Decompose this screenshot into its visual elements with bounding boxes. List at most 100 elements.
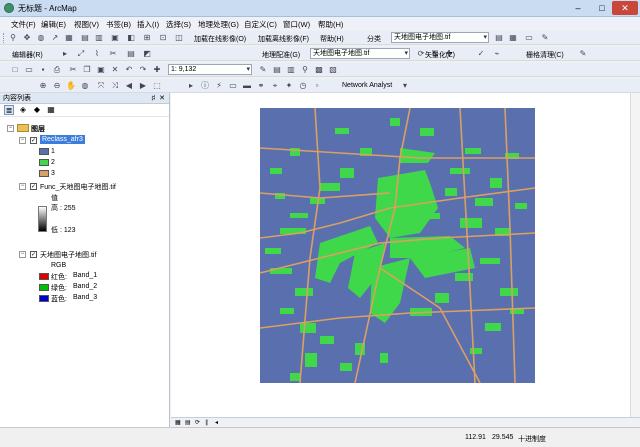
pan-hand-icon[interactable]: ✋ <box>66 81 76 91</box>
window-icon[interactable]: ▭ <box>524 33 534 43</box>
new-document-icon[interactable]: □ <box>10 65 20 75</box>
print-icon[interactable]: ⎙ <box>52 65 62 75</box>
toc-close-icon[interactable]: ✕ <box>159 93 165 104</box>
data-frame-name[interactable]: 图层 <box>31 124 45 134</box>
list-by-drawing-order-icon[interactable]: ≣ <box>4 105 14 115</box>
grid-icon[interactable]: ▦ <box>508 33 518 43</box>
brush-icon[interactable]: ✎ <box>540 33 550 43</box>
vector-tool-icon[interactable]: ✓ <box>476 49 486 59</box>
sketch-icon[interactable]: ◩ <box>142 49 152 59</box>
network-dataset-icon[interactable]: ▾ <box>400 81 410 91</box>
map-display[interactable] <box>171 93 640 417</box>
measure-ruler-icon[interactable]: ▬ <box>242 81 252 91</box>
catalog-icon[interactable]: ▥ <box>286 65 296 75</box>
arctoolbox-icon[interactable]: ▩ <box>314 65 324 75</box>
html-popup-icon[interactable]: ▭ <box>228 81 238 91</box>
find-route-icon[interactable]: ⌖ <box>270 81 280 91</box>
map-vertical-scrollbar[interactable] <box>630 93 640 417</box>
toolbar-grip[interactable] <box>3 33 5 43</box>
raster-cleanup-menu-button[interactable]: 栅格清理(C) <box>526 50 564 60</box>
layer1-name[interactable]: Reclass_afr3 <box>40 135 85 144</box>
zoom-out-icon[interactable]: ⊖ <box>52 81 62 91</box>
identify-info-icon[interactable]: ⓘ <box>200 81 210 91</box>
menu-file[interactable]: 文件(F) <box>11 19 36 30</box>
list-by-visibility-icon[interactable]: ◆ <box>32 105 42 115</box>
load-offline-imagery-button[interactable]: 加载离线影像(F) <box>258 34 309 44</box>
layer3-name[interactable]: 天地图电子地图.tif <box>40 250 96 260</box>
chart-icon[interactable]: ▣ <box>110 33 120 43</box>
python-icon[interactable]: ▧ <box>328 65 338 75</box>
pencil-icon[interactable]: ✎ <box>578 49 588 59</box>
collapse-layer1-icon[interactable]: − <box>19 137 26 144</box>
edit-pointer-icon[interactable]: ▸ <box>60 49 70 59</box>
map-canvas[interactable] <box>171 93 640 417</box>
zoom-in-icon[interactable]: ⊕ <box>38 81 48 91</box>
table-of-contents-icon[interactable]: ▤ <box>272 65 282 75</box>
menu-view[interactable]: 视图(V) <box>74 19 99 30</box>
classify-button[interactable]: 分类 <box>367 34 381 44</box>
menu-edit[interactable]: 编辑(E) <box>41 19 66 30</box>
collapse-layer3-icon[interactable]: − <box>19 251 26 258</box>
delete-icon[interactable]: ✕ <box>110 65 120 75</box>
data-view-icon[interactable]: ▦ <box>175 419 181 426</box>
network-analyst-menu-button[interactable]: Network Analyst <box>342 82 392 89</box>
globe-icon[interactable]: ◍ <box>36 33 46 43</box>
classify-layer-select[interactable]: 天地图电子地图.tif <box>391 32 489 43</box>
table-icon[interactable]: ▤ <box>80 33 90 43</box>
forward-icon[interactable]: ▶ <box>138 81 148 91</box>
add-data-icon[interactable]: ✚ <box>152 65 162 75</box>
editor-menu-button[interactable]: 编辑器(R) <box>12 50 43 60</box>
paste-icon[interactable]: ▣ <box>96 65 106 75</box>
map-scale-select[interactable]: 1: 9,132 <box>168 64 252 75</box>
layer1-visibility-checkbox[interactable]: ✓ <box>30 137 37 144</box>
full-extent-icon[interactable]: ◍ <box>80 81 90 91</box>
pause-drawing-icon[interactable]: ∥ <box>205 419 208 426</box>
grid-icon[interactable]: ▦ <box>64 33 74 43</box>
open-folder-icon[interactable]: ▭ <box>24 65 34 75</box>
layer-icon[interactable]: ▥ <box>94 33 104 43</box>
measure-icon[interactable]: ⊞ <box>142 33 152 43</box>
editor-toolbar-icon[interactable]: ✎ <box>258 65 268 75</box>
load-online-imagery-button[interactable]: 加载在线影像(O) <box>194 34 246 44</box>
vectorization-menu-button[interactable]: 矢量化(Z) <box>425 50 455 60</box>
copy-icon[interactable]: ❐ <box>82 65 92 75</box>
hyperlink-icon[interactable]: ⚡ <box>214 81 224 91</box>
identify-icon[interactable]: ⊡ <box>158 33 168 43</box>
trace-icon[interactable]: ⌁ <box>492 49 502 59</box>
list-by-source-icon[interactable]: ◈ <box>18 105 28 115</box>
cut-icon[interactable]: ✂ <box>68 65 78 75</box>
plugin-help-button[interactable]: 帮助(H) <box>320 34 344 44</box>
find-binoculars-icon[interactable]: ⚭ <box>256 81 266 91</box>
collapse-layer2-icon[interactable]: − <box>19 183 26 190</box>
menu-geoprocessing[interactable]: 地理处理(G) <box>198 19 239 30</box>
layer2-visibility-checkbox[interactable]: ✓ <box>30 183 37 190</box>
attributes-icon[interactable]: ▤ <box>126 49 136 59</box>
edit-vertex-icon[interactable]: ⤢ <box>76 49 86 59</box>
list-by-selection-icon[interactable]: ▦ <box>46 105 56 115</box>
fixed-zoom-in-icon[interactable]: ⤧ <box>96 81 106 91</box>
time-slider-icon[interactable]: ◷ <box>298 81 308 91</box>
redo-icon[interactable]: ↷ <box>138 65 148 75</box>
layer2-name[interactable]: Func_天地图电子地图.tif <box>40 182 116 192</box>
georeferencing-menu-button[interactable]: 地理配准(G) <box>262 50 300 60</box>
fixed-zoom-out-icon[interactable]: ⤨ <box>110 81 120 91</box>
select-features-icon[interactable]: ⬚ <box>152 81 162 91</box>
magnifier-icon[interactable]: ⚲ <box>8 33 18 43</box>
arrow-icon[interactable]: ↗ <box>50 33 60 43</box>
menu-bookmarks[interactable]: 书签(B) <box>106 19 131 30</box>
tool-icon[interactable]: ◧ <box>126 33 136 43</box>
menu-help[interactable]: 帮助(H) <box>318 19 343 30</box>
go-to-xy-icon[interactable]: ✦ <box>284 81 294 91</box>
menu-select[interactable]: 选择(S) <box>166 19 191 30</box>
save-icon[interactable]: ▪ <box>38 65 48 75</box>
undo-icon[interactable]: ↶ <box>124 65 134 75</box>
menu-insert[interactable]: 插入(I) <box>137 19 159 30</box>
georef-layer-select[interactable]: 天地图电子地图.tif <box>310 48 410 59</box>
maximize-button[interactable]: □ <box>590 1 614 15</box>
layout-view-icon[interactable]: ▤ <box>185 419 191 426</box>
reshape-icon[interactable]: ⌇ <box>92 49 102 59</box>
scroll-left-icon[interactable]: ◂ <box>215 419 218 426</box>
pan-icon[interactable]: ✥ <box>22 33 32 43</box>
select-elements-icon[interactable]: ▸ <box>186 81 196 91</box>
menu-customize[interactable]: 自定义(C) <box>244 19 277 30</box>
